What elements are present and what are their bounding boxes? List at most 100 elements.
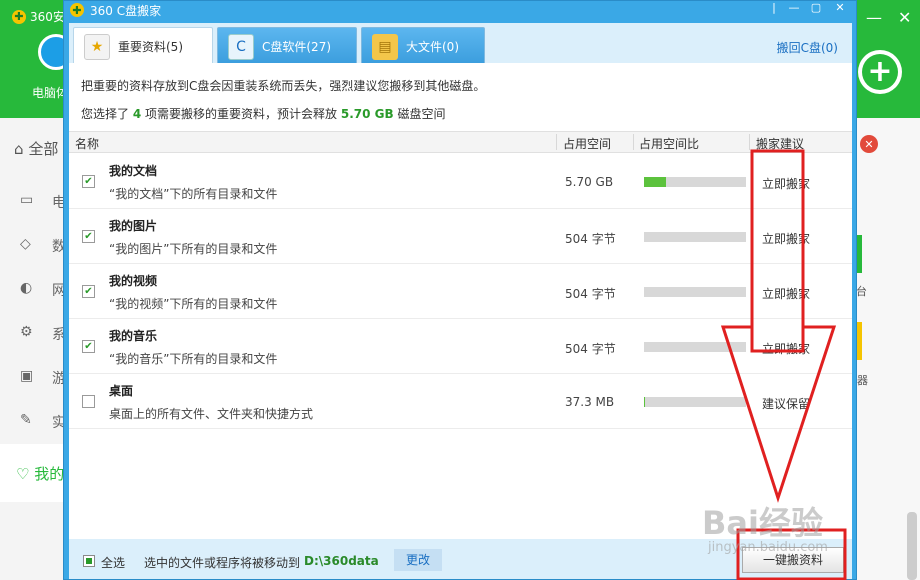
destination-path: D:\360data — [304, 554, 379, 568]
column-name[interactable]: 名称 — [75, 135, 99, 152]
table-header: 名称 占用空间 占用空间比 搬家建议 — [69, 131, 852, 153]
table-row[interactable]: ✔ 我的音乐 “我的音乐”下所有的目录和文件 504 字节 立即搬家 — [69, 319, 852, 374]
column-divider — [633, 134, 634, 150]
summary-prefix: 您选择了 — [81, 107, 130, 121]
tab-c-drive-software[interactable]: C C盘软件(27) — [217, 27, 357, 65]
column-size[interactable]: 占用空间 — [563, 135, 611, 152]
select-all-label[interactable]: 全选 — [101, 554, 125, 571]
sidebar-item-3[interactable]: ⚙ 系 — [20, 324, 66, 344]
column-divider — [556, 134, 557, 150]
usage-ratio-bar — [644, 177, 746, 187]
row-title: 我的文档 — [109, 164, 158, 178]
shield-icon: ◇ — [20, 236, 31, 252]
row-checkbox[interactable]: ✔ — [82, 285, 95, 298]
row-description: “我的文档”下的所有目录和文件 — [109, 187, 278, 201]
column-ratio[interactable]: 占用空间比 — [639, 135, 699, 152]
gear-icon: ⚙ — [20, 324, 33, 340]
row-checkbox[interactable]: ✔ — [82, 175, 95, 188]
app-right-panel — [856, 118, 920, 580]
dialog-titlebar: ✚ 360 C盘搬家 — [70, 1, 161, 19]
usage-ratio-bar — [644, 397, 746, 407]
tab-large-files[interactable]: ▤ 大文件(0) — [361, 27, 485, 65]
destination-text: 选中的文件或程序将被移动到 — [144, 556, 301, 570]
table-row[interactable]: ✔ 我的文档 “我的文档”下的所有目录和文件 5.70 GB 立即搬家 — [69, 154, 852, 209]
table-row[interactable]: 桌面 桌面上的所有文件、文件夹和快捷方式 37.3 MB 建议保留 — [69, 374, 852, 429]
360-logo-icon: ✚ — [70, 3, 84, 17]
row-size: 504 字节 — [565, 287, 616, 301]
row-checkbox[interactable]: ✔ — [82, 230, 95, 243]
baidu-watermark: Bai经验 — [702, 504, 823, 542]
wrench-icon: ✎ — [20, 412, 32, 428]
summary-middle: 项需要搬移的重要资料，预计会释放 — [145, 107, 338, 121]
table-row[interactable]: ✔ 我的视频 “我的视频”下所有的目录和文件 504 字节 立即搬家 — [69, 264, 852, 319]
usage-ratio-fill — [644, 397, 646, 407]
row-size: 5.70 GB — [565, 175, 614, 189]
table-row[interactable]: ✔ 我的图片 “我的图片”下所有的目录和文件 504 字节 立即搬家 — [69, 209, 852, 264]
dismiss-icon[interactable]: ✕ — [860, 135, 878, 153]
app-close-button[interactable]: ✕ — [898, 8, 911, 27]
sidebar-item-2[interactable]: ◐ 网 — [20, 280, 66, 300]
row-checkbox[interactable] — [82, 395, 95, 408]
usage-ratio-bar — [644, 232, 746, 242]
row-advice: 立即搬家 — [762, 342, 811, 356]
sidebar-item-favorites[interactable]: ♡ 我的 — [16, 463, 64, 484]
network-icon: ◐ — [20, 280, 33, 296]
gamepad-icon: ▣ — [20, 368, 34, 384]
tab-important-data[interactable]: ★ 重要资料(5) — [73, 27, 213, 65]
row-description: “我的视频”下所有的目录和文件 — [109, 297, 278, 311]
dialog-close-button[interactable]: ✕ — [828, 1, 852, 15]
row-advice: 立即搬家 — [762, 232, 811, 246]
sidebar-item-4[interactable]: ▣ 游 — [20, 368, 66, 388]
row-description: “我的图片”下所有的目录和文件 — [109, 242, 278, 256]
content-panel: 把重要的资料存放到C盘会因重装系统而丢失，强烈建议您搬移到其他磁盘。 您选择了 … — [69, 63, 852, 539]
c-drive-mover-dialog: ✚ 360 C盘搬家 | — ▢ ✕ ★ 重要资料(5) C C盘软件(27) … — [63, 0, 857, 580]
column-divider — [749, 134, 750, 150]
360-logo-icon: ✚ — [12, 9, 26, 24]
sidebar-item-0[interactable]: ▭ 电 — [20, 192, 66, 212]
select-all-checkbox[interactable] — [83, 555, 95, 567]
c-drive-icon: C — [228, 33, 254, 60]
usage-ratio-bar — [644, 342, 746, 352]
tab-label: C盘软件(27) — [262, 40, 332, 54]
sidebar-item-1[interactable]: ◇ 数 — [20, 236, 66, 256]
row-description: 桌面上的所有文件、文件夹和快捷方式 — [109, 407, 314, 421]
row-size: 504 字节 — [565, 232, 616, 246]
sidebar-item-5[interactable]: ✎ 实 — [20, 412, 66, 432]
row-checkbox[interactable]: ✔ — [82, 340, 95, 353]
tab-bar: ★ 重要资料(5) C C盘软件(27) ▤ 大文件(0) 搬回C盘(0) — [69, 23, 852, 65]
app-scrollbar[interactable] — [907, 512, 917, 580]
plus-icon: + — [862, 54, 898, 90]
row-title: 我的视频 — [109, 274, 158, 288]
summary-count: 4 — [132, 107, 142, 121]
usage-ratio-fill — [644, 177, 667, 187]
sidebar-all-label: 全部 — [28, 140, 59, 158]
heart-icon: ♡ — [16, 465, 30, 483]
add-tool-button[interactable]: + — [858, 50, 902, 94]
selection-summary: 您选择了 4 项需要搬移的重要资料，预计会释放 5.70 GB 磁盘空间 — [81, 105, 446, 122]
app-minimize-button[interactable]: — — [866, 8, 882, 27]
dialog-minimize-button[interactable]: — — [782, 1, 806, 15]
monitor-icon: ▭ — [20, 192, 34, 208]
dialog-maximize-button[interactable]: ▢ — [804, 1, 828, 15]
return-to-c-link[interactable]: 搬回C盘(0) — [777, 39, 838, 56]
sidebar-all[interactable]: ⌂ 全部 — [14, 138, 58, 159]
dialog-title: 360 C盘搬家 — [90, 3, 162, 18]
column-advice[interactable]: 搬家建议 — [756, 135, 804, 152]
tool-label: 器 — [857, 374, 868, 387]
usage-ratio-bar — [644, 287, 746, 297]
baidu-watermark-url: jingyan.baidu.com — [708, 540, 828, 555]
app-sidebar — [0, 118, 66, 580]
row-size: 504 字节 — [565, 342, 616, 356]
summary-size: 5.70 GB — [340, 107, 394, 121]
change-destination-button[interactable]: 更改 — [394, 549, 442, 571]
row-advice: 立即搬家 — [762, 177, 811, 191]
row-advice: 立即搬家 — [762, 287, 811, 301]
row-size: 37.3 MB — [565, 395, 615, 409]
summary-suffix: 磁盘空间 — [397, 107, 446, 121]
folder-icon: ▤ — [372, 33, 398, 60]
store-icon: ⌂ — [14, 140, 24, 158]
tab-label: 重要资料(5) — [118, 40, 183, 54]
row-title: 我的音乐 — [109, 329, 158, 343]
sidebar-item-label: 我的 — [34, 465, 65, 483]
row-advice: 建议保留 — [762, 397, 811, 411]
